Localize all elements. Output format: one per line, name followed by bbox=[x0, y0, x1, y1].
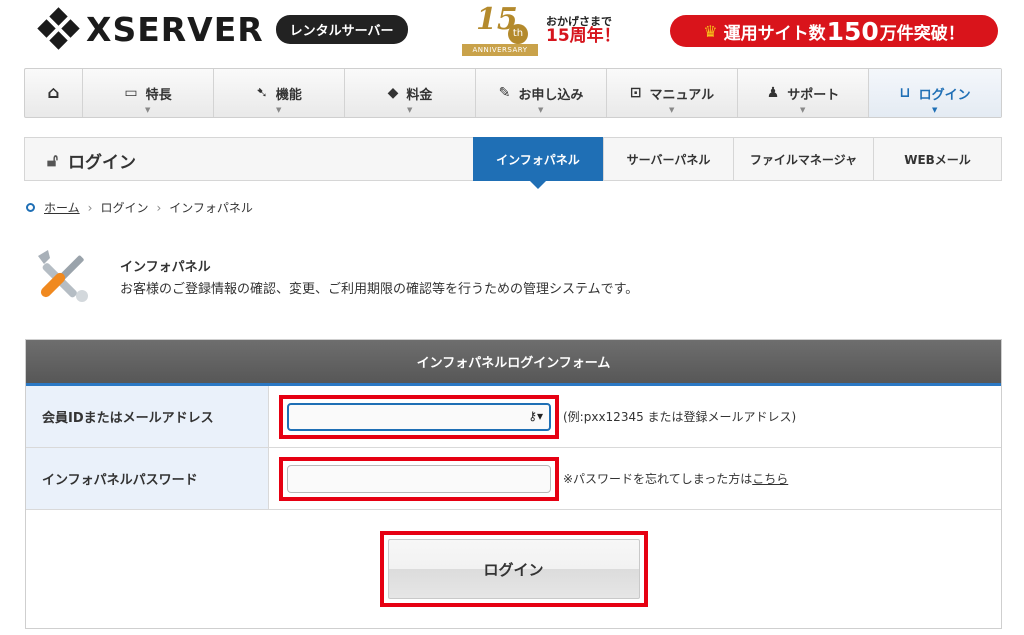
intro-description: お客様のご登録情報の確認、変更、ご利用期限の確認等を行うための管理システムです。 bbox=[120, 282, 639, 297]
chevron-down-icon: ▼ bbox=[538, 106, 544, 114]
unlock-icon: ⊔ bbox=[899, 85, 911, 101]
logo-tag: レンタルサーバー bbox=[275, 14, 408, 44]
pencil-icon: ✎ bbox=[498, 85, 511, 101]
form-submit-row: ログイン bbox=[26, 510, 1001, 628]
xserver-logo[interactable]: XSERVER レンタルサーバー bbox=[37, 7, 408, 50]
tab-webmail[interactable]: WEBメール bbox=[873, 137, 1001, 181]
logo-text: XSERVER bbox=[86, 9, 264, 49]
anniversary-line2: 15周年！ bbox=[546, 25, 621, 46]
nav-signup[interactable]: ✎ お申し込み ▼ bbox=[476, 69, 607, 117]
member-id-input[interactable]: ⚷▾ bbox=[287, 402, 551, 431]
password-hint-text: ※パスワードを忘れてしまった方は bbox=[563, 472, 753, 486]
nav-pricing-label: 料金 bbox=[406, 87, 433, 103]
chevron-right-icon: › bbox=[156, 200, 162, 215]
nav-features-label: 特長 bbox=[145, 87, 172, 103]
tab-serverpanel[interactable]: サーバーパネル bbox=[603, 137, 733, 181]
promo-prefix: 運用サイト数 bbox=[723, 23, 826, 44]
password-hint: ※パスワードを忘れてしまった方はこちら bbox=[563, 470, 788, 487]
subnav-title: 🔓︎ ログイン bbox=[47, 148, 137, 174]
subnav-title-label: ログイン bbox=[68, 153, 137, 173]
nav-support[interactable]: ♟ サポート ▼ bbox=[738, 69, 869, 117]
book-icon: ⊡ bbox=[629, 85, 642, 101]
breadcrumb-login: ログイン bbox=[100, 201, 149, 215]
password-highlight-box bbox=[279, 456, 559, 501]
nav-home[interactable]: ⌂ bbox=[25, 69, 83, 117]
tools-icon bbox=[38, 250, 88, 302]
unlock-icon: 🔓︎ bbox=[47, 150, 59, 171]
promo-number: 150 bbox=[826, 16, 879, 46]
chevron-down-icon: ▼ bbox=[145, 106, 151, 114]
nav-login[interactable]: ⊔ ログイン ▼ bbox=[869, 69, 1001, 117]
promo-suffix: 万件突破！ bbox=[879, 23, 965, 44]
login-button-highlight-box: ログイン bbox=[379, 531, 648, 607]
chevron-right-icon: › bbox=[87, 200, 93, 215]
password-input[interactable] bbox=[287, 464, 551, 493]
site-header: XSERVER レンタルサーバー 15 th ANNIVERSARY おかげさま… bbox=[0, 0, 1024, 66]
nav-signup-label: お申し込み bbox=[518, 87, 584, 103]
nav-functions[interactable]: ➷ 機能 ▼ bbox=[214, 69, 345, 117]
tab-filemanager[interactable]: ファイルマネージャ bbox=[733, 137, 873, 181]
person-icon: ♟ bbox=[766, 85, 780, 101]
breadcrumb-home-link[interactable]: ホーム bbox=[44, 199, 80, 216]
form-row-id: 会員IDまたはメールアドレス ⚷▾ (例:pxx12345 または登録メールアド… bbox=[26, 386, 1001, 448]
anniversary-emblem-icon: 15 th ANNIVERSARY bbox=[462, 2, 538, 56]
nav-pricing[interactable]: ◆ 料金 ▼ bbox=[345, 69, 476, 117]
chevron-down-icon: ▼ bbox=[407, 106, 413, 114]
nav-login-label: ログイン bbox=[918, 87, 971, 103]
login-subnav: 🔓︎ ログイン インフォパネル サーバーパネル ファイルマネージャ WEBメール bbox=[24, 137, 1002, 189]
breadcrumb-dot-icon bbox=[26, 203, 35, 212]
nav-support-label: サポート bbox=[787, 87, 840, 103]
chevron-down-icon: ▼ bbox=[669, 106, 675, 114]
form-row-password: インフォパネルパスワード ※パスワードを忘れてしまった方はこちら bbox=[26, 448, 1001, 510]
monitor-icon: ▭ bbox=[124, 85, 138, 101]
global-nav: ⌂ ▭ 特長 ▼ ➷ 機能 ▼ ◆ 料金 ▼ ✎ お申し込み ▼ ⊡ マニュアル… bbox=[24, 68, 1002, 118]
nav-features[interactable]: ▭ 特長 ▼ bbox=[83, 69, 214, 117]
subnav-tabs: インフォパネル サーバーパネル ファイルマネージャ WEBメール bbox=[473, 137, 1001, 189]
id-label: 会員IDまたはメールアドレス bbox=[26, 386, 269, 447]
password-label: インフォパネルパスワード bbox=[26, 448, 269, 509]
breadcrumb-current: インフォパネル bbox=[169, 201, 253, 215]
intro-title: インフォパネル bbox=[120, 260, 211, 275]
key-autofill-icon[interactable]: ⚷▾ bbox=[528, 409, 543, 423]
chevron-down-icon: ▼ bbox=[932, 106, 938, 114]
nav-functions-label: 機能 bbox=[275, 87, 302, 103]
anniversary-badge: 15 th ANNIVERSARY おかげさまで 15周年！ bbox=[462, 2, 621, 56]
login-button[interactable]: ログイン bbox=[387, 539, 640, 599]
login-form: インフォパネルログインフォーム 会員IDまたはメールアドレス ⚷▾ (例:pxx… bbox=[25, 339, 1002, 629]
promo-banner[interactable]: ♛ 運用サイト数 150 万件突破！ bbox=[670, 15, 998, 47]
nav-manual[interactable]: ⊡ マニュアル ▼ bbox=[607, 69, 738, 117]
anniversary-ribbon: ANNIVERSARY bbox=[462, 44, 538, 56]
crown-icon: ♛ bbox=[703, 21, 718, 41]
home-icon: ⌂ bbox=[47, 83, 60, 103]
id-hint: (例:pxx12345 または登録メールアドレス) bbox=[563, 410, 797, 424]
chevron-down-icon: ▼ bbox=[800, 106, 806, 114]
tag-icon: ◆ bbox=[387, 85, 399, 101]
id-highlight-box: ⚷▾ bbox=[279, 394, 559, 439]
form-heading: インフォパネルログインフォーム bbox=[26, 340, 1001, 386]
tab-infopanel[interactable]: インフォパネル bbox=[473, 137, 603, 189]
anniversary-suffix: th bbox=[508, 24, 528, 44]
breadcrumb: ホーム › ログイン › インフォパネル bbox=[26, 199, 253, 216]
nav-manual-label: マニュアル bbox=[649, 87, 715, 103]
cursor-icon: ➷ bbox=[256, 85, 268, 101]
logo-mark-icon bbox=[37, 7, 80, 50]
chevron-down-icon: ▼ bbox=[276, 106, 282, 114]
forgot-password-link[interactable]: こちら bbox=[752, 472, 788, 486]
